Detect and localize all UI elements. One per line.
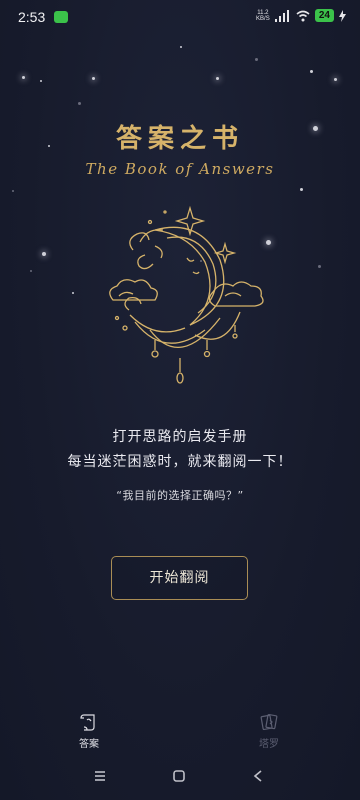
- wifi-icon: [296, 10, 310, 21]
- star: [40, 80, 42, 82]
- tab-answers-label: 答案: [79, 739, 99, 750]
- star: [72, 292, 74, 294]
- moon-emblem-icon: [109, 205, 264, 384]
- start-browsing-button[interactable]: 开始翻阅: [111, 556, 248, 600]
- menu-icon[interactable]: [94, 770, 106, 782]
- star: [300, 188, 303, 191]
- star: [216, 77, 219, 80]
- tab-tarot-label: 塔罗: [259, 739, 279, 750]
- battery-indicator: 24: [314, 9, 334, 22]
- tab-tarot[interactable]: 塔罗: [239, 712, 299, 750]
- bottom-tab-bar: 答案 塔罗: [0, 712, 360, 756]
- star: [92, 77, 95, 80]
- net-speed: 11.2 KB/S: [256, 9, 270, 22]
- back-icon[interactable]: [253, 770, 263, 782]
- star: [30, 270, 32, 272]
- star: [318, 265, 321, 268]
- signal-icon: [274, 9, 289, 22]
- star: [78, 102, 81, 105]
- status-bar: 2:53 11.2 KB/S 24: [0, 0, 360, 34]
- tab-answers[interactable]: 答案: [59, 712, 119, 750]
- star: [22, 76, 25, 79]
- wechat-icon: [54, 11, 68, 23]
- sample-question: “我目前的选择正确吗？”: [116, 489, 244, 502]
- star: [12, 190, 14, 192]
- status-time: 2:53: [18, 9, 46, 25]
- star: [310, 70, 313, 73]
- description-line-1: 打开思路的启发手册: [112, 429, 248, 445]
- app-title: 答案之书: [115, 124, 244, 154]
- home-icon[interactable]: [173, 770, 185, 782]
- charging-icon: [339, 9, 346, 22]
- status-right: 11.2 KB/S 24: [256, 9, 346, 22]
- star: [334, 78, 337, 81]
- star: [255, 58, 258, 61]
- star: [180, 46, 182, 48]
- description-line-2: 每当迷茫困惑时，就来翻阅一下！: [67, 454, 293, 470]
- app-subtitle: The Book of Answers: [85, 160, 275, 178]
- system-nav-bar: [0, 766, 360, 794]
- star: [42, 252, 46, 256]
- book-scroll-icon: [80, 714, 95, 731]
- tarot-cards-icon: [260, 713, 278, 731]
